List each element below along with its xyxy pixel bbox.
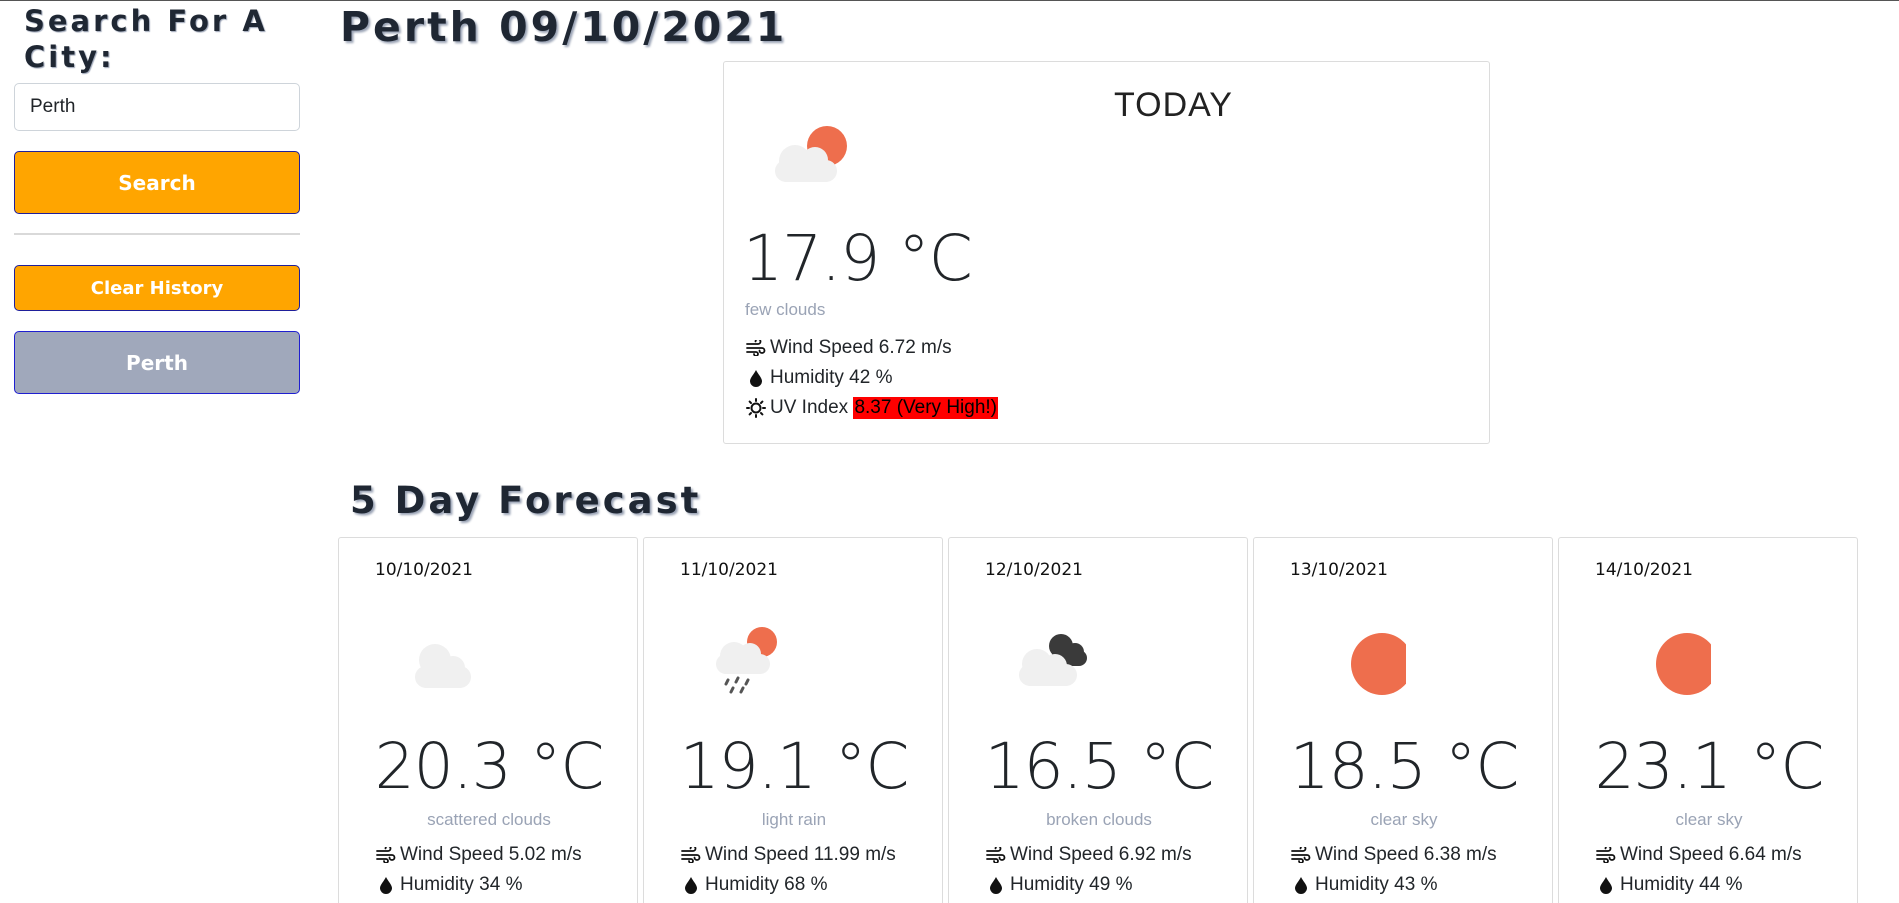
today-wind-speed: Wind Speed 6.72 m/s — [770, 337, 952, 358]
droplet-icon — [1290, 875, 1312, 895]
forecast-cards: 10/10/2021 20.3 °C scattered clouds Wind… — [338, 537, 1858, 903]
forecast-wind-row: Wind Speed 6.38 m/s — [1290, 844, 1497, 866]
forecast-wind-speed: Wind Speed 11.99 m/s — [705, 844, 896, 865]
clear-history-button[interactable]: Clear History — [14, 265, 300, 311]
wind-icon — [1595, 845, 1617, 865]
forecast-wind-row: Wind Speed 5.02 m/s — [375, 844, 582, 866]
wind-icon — [985, 845, 1007, 865]
today-wind-row: Wind Speed 6.72 m/s — [745, 337, 952, 359]
forecast-temperature: 23.1 °C — [1594, 730, 1825, 803]
today-weather-card: TODAY 17.9 °C few clouds Wind Speed 6.72… — [723, 61, 1490, 444]
today-uv-row: UV Index 8.37 (Very High!) — [745, 397, 999, 419]
forecast-temperature: 18.5 °C — [1289, 730, 1520, 803]
forecast-humidity: Humidity 49 % — [1010, 874, 1133, 895]
forecast-date: 14/10/2021 — [1595, 560, 1693, 580]
forecast-humidity-row: Humidity 34 % — [375, 874, 523, 896]
droplet-icon — [985, 875, 1007, 895]
droplet-icon — [680, 875, 702, 895]
forecast-date: 10/10/2021 — [375, 560, 473, 580]
forecast-description: clear sky — [1370, 810, 1438, 829]
wind-icon — [375, 845, 397, 865]
clear-sky-icon — [1351, 633, 1406, 695]
city-date-title: Perth 09/10/2021 — [340, 3, 788, 51]
wind-icon — [1290, 845, 1312, 865]
forecast-temperature: 20.3 °C — [374, 730, 605, 803]
forecast-humidity: Humidity 43 % — [1315, 874, 1438, 895]
forecast-wind-row: Wind Speed 6.92 m/s — [985, 844, 1192, 866]
forecast-humidity: Humidity 68 % — [705, 874, 828, 895]
forecast-wind-row: Wind Speed 6.64 m/s — [1595, 844, 1802, 866]
forecast-card: 12/10/2021 16.5 °C broken clouds Wind Sp… — [948, 537, 1248, 903]
today-temperature: 17.9 °C — [743, 222, 973, 295]
forecast-card: 13/10/2021 18.5 °C clear sky Wind Speed … — [1253, 537, 1553, 903]
search-heading: Search For A City: — [24, 4, 268, 74]
forecast-description: scattered clouds — [427, 810, 551, 829]
uv-index-value: 8.37 (Very High!) — [853, 397, 999, 419]
forecast-humidity-row: Humidity 49 % — [985, 874, 1133, 896]
forecast-wind-speed: Wind Speed 6.92 m/s — [1010, 844, 1192, 865]
forecast-humidity: Humidity 34 % — [400, 874, 523, 895]
forecast-temperature: 16.5 °C — [984, 730, 1215, 803]
sidebar: Search For A City: Search Clear History … — [0, 1, 314, 903]
today-humidity-row: Humidity 42 % — [745, 367, 893, 389]
forecast-humidity: Humidity 44 % — [1620, 874, 1743, 895]
broken-clouds-icon — [1019, 634, 1087, 686]
forecast-wind-row: Wind Speed 11.99 m/s — [680, 844, 896, 866]
city-search-input[interactable] — [14, 83, 300, 131]
scattered-clouds-icon — [415, 644, 471, 688]
few-clouds-icon — [775, 126, 847, 182]
today-description: few clouds — [745, 300, 826, 319]
forecast-heading: 5 Day Forecast — [350, 479, 702, 522]
wind-icon — [745, 338, 767, 358]
forecast-humidity-row: Humidity 68 % — [680, 874, 828, 896]
forecast-date: 11/10/2021 — [680, 560, 778, 580]
light-rain-icon — [716, 627, 777, 694]
sidebar-divider — [14, 233, 300, 235]
history-item-perth[interactable]: Perth — [14, 331, 300, 394]
forecast-date: 12/10/2021 — [985, 560, 1083, 580]
wind-icon — [680, 845, 702, 865]
forecast-card: 11/10/2021 19.1 °C light rain Wind Speed… — [643, 537, 943, 903]
forecast-card: 14/10/2021 23.1 °C clear sky Wind Speed … — [1558, 537, 1858, 903]
droplet-icon — [1595, 875, 1617, 895]
today-label: TODAY — [1114, 86, 1233, 124]
forecast-humidity-row: Humidity 43 % — [1290, 874, 1438, 896]
uv-index-label: UV Index — [770, 397, 849, 418]
forecast-humidity-row: Humidity 44 % — [1595, 874, 1743, 896]
forecast-wind-speed: Wind Speed 6.64 m/s — [1620, 844, 1802, 865]
forecast-card: 10/10/2021 20.3 °C scattered clouds Wind… — [338, 537, 638, 903]
forecast-description: light rain — [761, 810, 827, 829]
forecast-description: clear sky — [1675, 810, 1743, 829]
forecast-date: 13/10/2021 — [1290, 560, 1388, 580]
sun-icon — [745, 398, 767, 418]
droplet-icon — [375, 875, 397, 895]
droplet-icon — [745, 368, 767, 388]
search-button[interactable]: Search — [14, 151, 300, 214]
forecast-wind-speed: Wind Speed 5.02 m/s — [400, 844, 582, 865]
clear-sky-icon — [1656, 633, 1711, 695]
forecast-temperature: 19.1 °C — [679, 730, 910, 803]
forecast-description: broken clouds — [1046, 810, 1152, 829]
forecast-wind-speed: Wind Speed 6.38 m/s — [1315, 844, 1497, 865]
today-humidity: Humidity 42 % — [770, 367, 893, 388]
